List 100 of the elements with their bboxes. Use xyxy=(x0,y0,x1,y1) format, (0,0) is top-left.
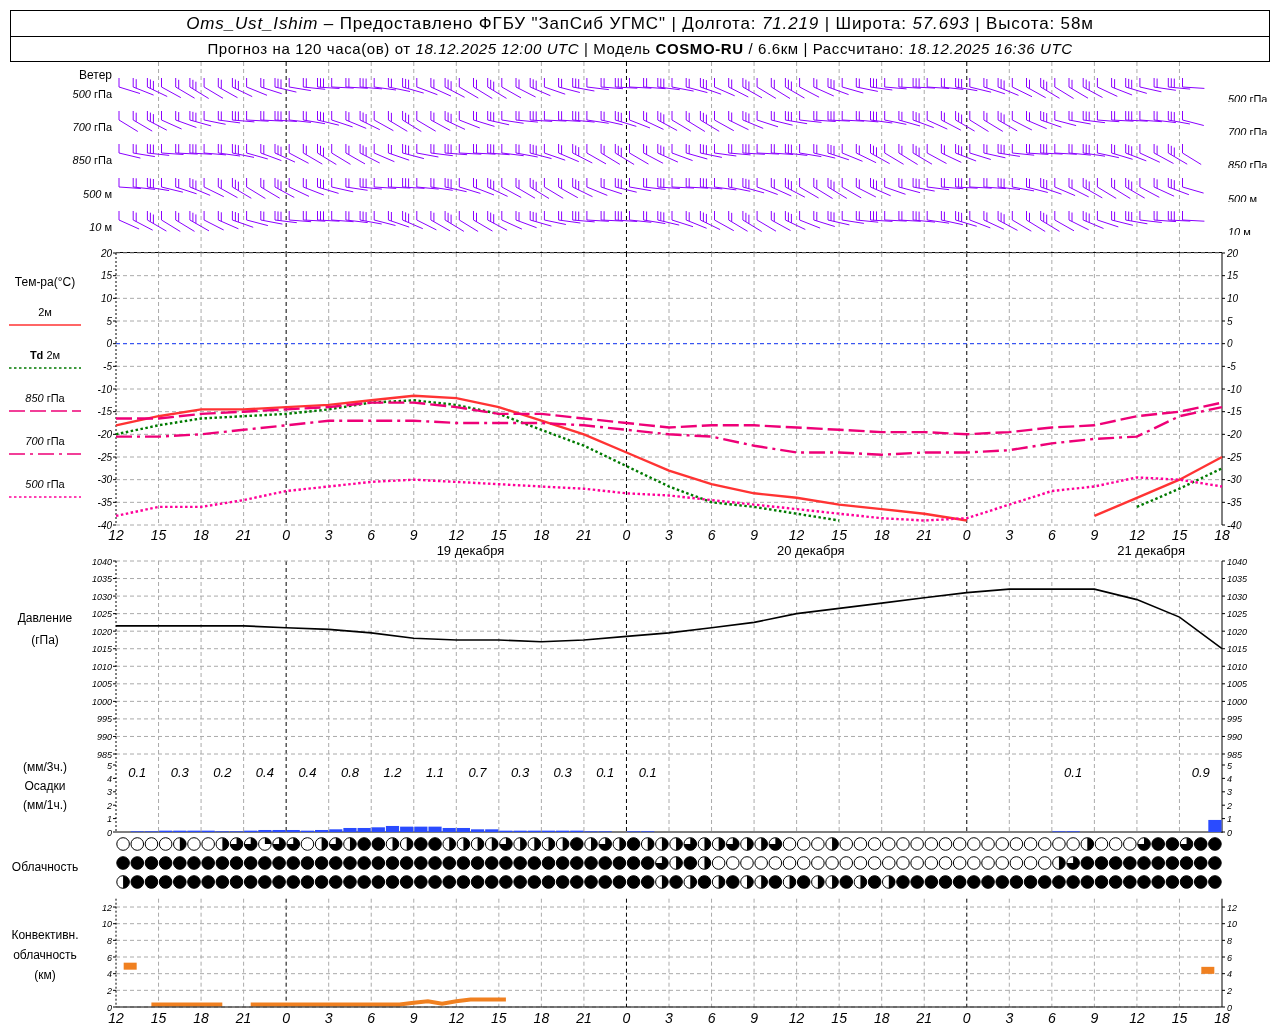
legend-label: Td 2м xyxy=(29,348,61,362)
axis-tick-label: 21 xyxy=(235,527,252,543)
axis-tick-label: 1040 xyxy=(91,556,112,567)
axis-tick-label: 1015 xyxy=(91,644,112,655)
axis-tick-label: 12 xyxy=(102,902,112,913)
legend-line-sample xyxy=(9,451,81,457)
axis-tick-label: 985 xyxy=(96,749,112,760)
axis-tick-label: 3 xyxy=(1005,527,1014,543)
axis-tick-label: 6 xyxy=(707,1010,716,1024)
legend-line-sample xyxy=(9,408,81,414)
axis-tick-label: 1030 xyxy=(91,591,112,602)
axis-tick-label: 10 xyxy=(100,292,112,304)
axis-tick-label: 10 xyxy=(102,919,112,930)
axis-tick-label: 9 xyxy=(750,527,758,543)
precipitation-total: 0.4 xyxy=(255,765,274,780)
axis-tick-label: -5 xyxy=(103,360,112,372)
axis-tick-label: 15 xyxy=(831,1010,847,1024)
axis-tick-label: 6 xyxy=(107,952,112,963)
axis-tick-label: -15 xyxy=(1227,406,1242,418)
axis-tick-label: 5 xyxy=(1227,315,1233,327)
date-label: 20 декабря xyxy=(776,543,845,558)
axis-tick-label: 18 xyxy=(193,527,209,543)
axis-tick-label: 3 xyxy=(665,1010,673,1024)
wind-level-label: 500 м xyxy=(83,187,112,202)
axis-tick-label: 1040 xyxy=(1227,556,1248,567)
axis-tick-label: 12 xyxy=(1227,902,1237,913)
precipitation-total: 0.1 xyxy=(596,765,615,780)
axis-tick-label: 3 xyxy=(107,787,112,798)
precipitation-total: 0.3 xyxy=(511,765,530,780)
axis-tick-label: 6 xyxy=(1227,952,1232,963)
axis-tick-label: 985 xyxy=(1227,749,1243,760)
axis-tick-label: 15 xyxy=(100,270,112,282)
axis-tick-label: 9 xyxy=(750,1010,758,1024)
axis-tick-label: 1000 xyxy=(1227,696,1248,707)
axis-tick-label: 1005 xyxy=(1227,679,1248,690)
axis-tick-label: 1030 xyxy=(1227,591,1248,602)
legend-label: 850 гПа xyxy=(25,391,65,405)
axis-tick-label: -10 xyxy=(1227,383,1242,395)
axis-tick-label: 18 xyxy=(1214,1010,1230,1024)
wind-level-label: 500 гПа xyxy=(72,87,112,102)
panel-label: Давление xyxy=(17,610,73,626)
axis-tick-label: 0 xyxy=(1227,338,1233,350)
precipitation-total: 0.1 xyxy=(638,765,657,780)
axis-tick-label: 1000 xyxy=(91,696,112,707)
axis-tick-label: -15 xyxy=(97,406,112,418)
precipitation-total: 1.2 xyxy=(383,765,402,780)
axis-tick-label: 4 xyxy=(1227,969,1232,980)
forecast-info: Прогноз на 120 часа(ов) от 18.12.2025 12:00 UTC | Модель COSMO-RU / 6.6км | Рассчитано: 18.12.2025 16:36 UTC xyxy=(207,38,1073,59)
precipitation-total: 0.1 xyxy=(128,765,147,780)
precipitation-bar xyxy=(1208,819,1222,832)
axis-tick-label: 3 xyxy=(324,1010,333,1024)
axis-tick-label: 6 xyxy=(367,527,376,543)
axis-tick-label: -30 xyxy=(1227,474,1242,486)
axis-tick-label: 9 xyxy=(409,1010,418,1024)
legend-line-sample xyxy=(9,365,81,371)
wind-title: Ветер xyxy=(79,68,112,82)
axis-tick-label: 10 xyxy=(1227,919,1237,930)
axis-tick-label: 9 xyxy=(409,527,418,543)
axis-tick-label: -10 xyxy=(97,383,112,395)
axis-tick-label: 9 xyxy=(1090,1010,1099,1024)
axis-tick-label: 12 xyxy=(1129,1010,1145,1024)
axis-tick-label: 1020 xyxy=(1227,626,1248,637)
axis-tick-label: 1015 xyxy=(1227,644,1248,655)
axis-tick-label: -40 xyxy=(1227,519,1242,531)
axis-tick-label: 1005 xyxy=(91,679,112,690)
axis-tick-label: 0 xyxy=(107,1002,112,1013)
axis-tick-label: 0 xyxy=(1227,1002,1232,1013)
axis-tick-label: 9 xyxy=(1090,527,1099,543)
axis-tick-label: 12 xyxy=(448,527,465,543)
axis-tick-label: -5 xyxy=(1227,360,1236,372)
axis-tick-label: 21 xyxy=(916,527,932,543)
wind-level-label: 700 гПа xyxy=(72,120,112,135)
date-label: 21 декабря xyxy=(1117,543,1185,558)
axis-tick-label: 18 xyxy=(533,527,550,543)
axis-tick-label: 6 xyxy=(1047,1010,1056,1024)
axis-tick-label: 12 xyxy=(448,1010,465,1024)
axis-tick-label: 8 xyxy=(1227,935,1232,946)
axis-tick-label: 1010 xyxy=(91,661,112,672)
axis-tick-label: 2 xyxy=(107,985,112,996)
axis-tick-label: 1025 xyxy=(91,609,112,620)
axis-tick-label: 0 xyxy=(106,338,112,350)
axis-tick-label: 1025 xyxy=(1227,609,1248,620)
axis-tick-label: 0 xyxy=(282,527,291,543)
axis-tick-label: 0 xyxy=(622,527,631,543)
convective-cloud-marker xyxy=(123,962,137,970)
axis-tick-label: 18 xyxy=(1214,527,1230,543)
panel-label: Конвективн. xyxy=(11,927,79,943)
wind-level-label: 850 гПа xyxy=(72,153,112,168)
panel-label: Осадки xyxy=(24,778,66,794)
precipitation-total: 0.3 xyxy=(553,765,572,780)
axis-tick-label: 18 xyxy=(873,527,890,543)
panel-label: облачность xyxy=(13,947,77,963)
precipitation-total: 0.8 xyxy=(340,765,359,780)
axis-tick-label: 5 xyxy=(107,760,112,771)
axis-tick-label: 3 xyxy=(665,527,673,543)
axis-tick-label: 10 xyxy=(1227,292,1239,304)
precipitation-total: 0.9 xyxy=(1191,765,1210,780)
axis-tick-label: 995 xyxy=(96,714,112,725)
axis-tick-label: 20 xyxy=(1227,247,1239,259)
panel-label: (км) xyxy=(34,967,56,983)
